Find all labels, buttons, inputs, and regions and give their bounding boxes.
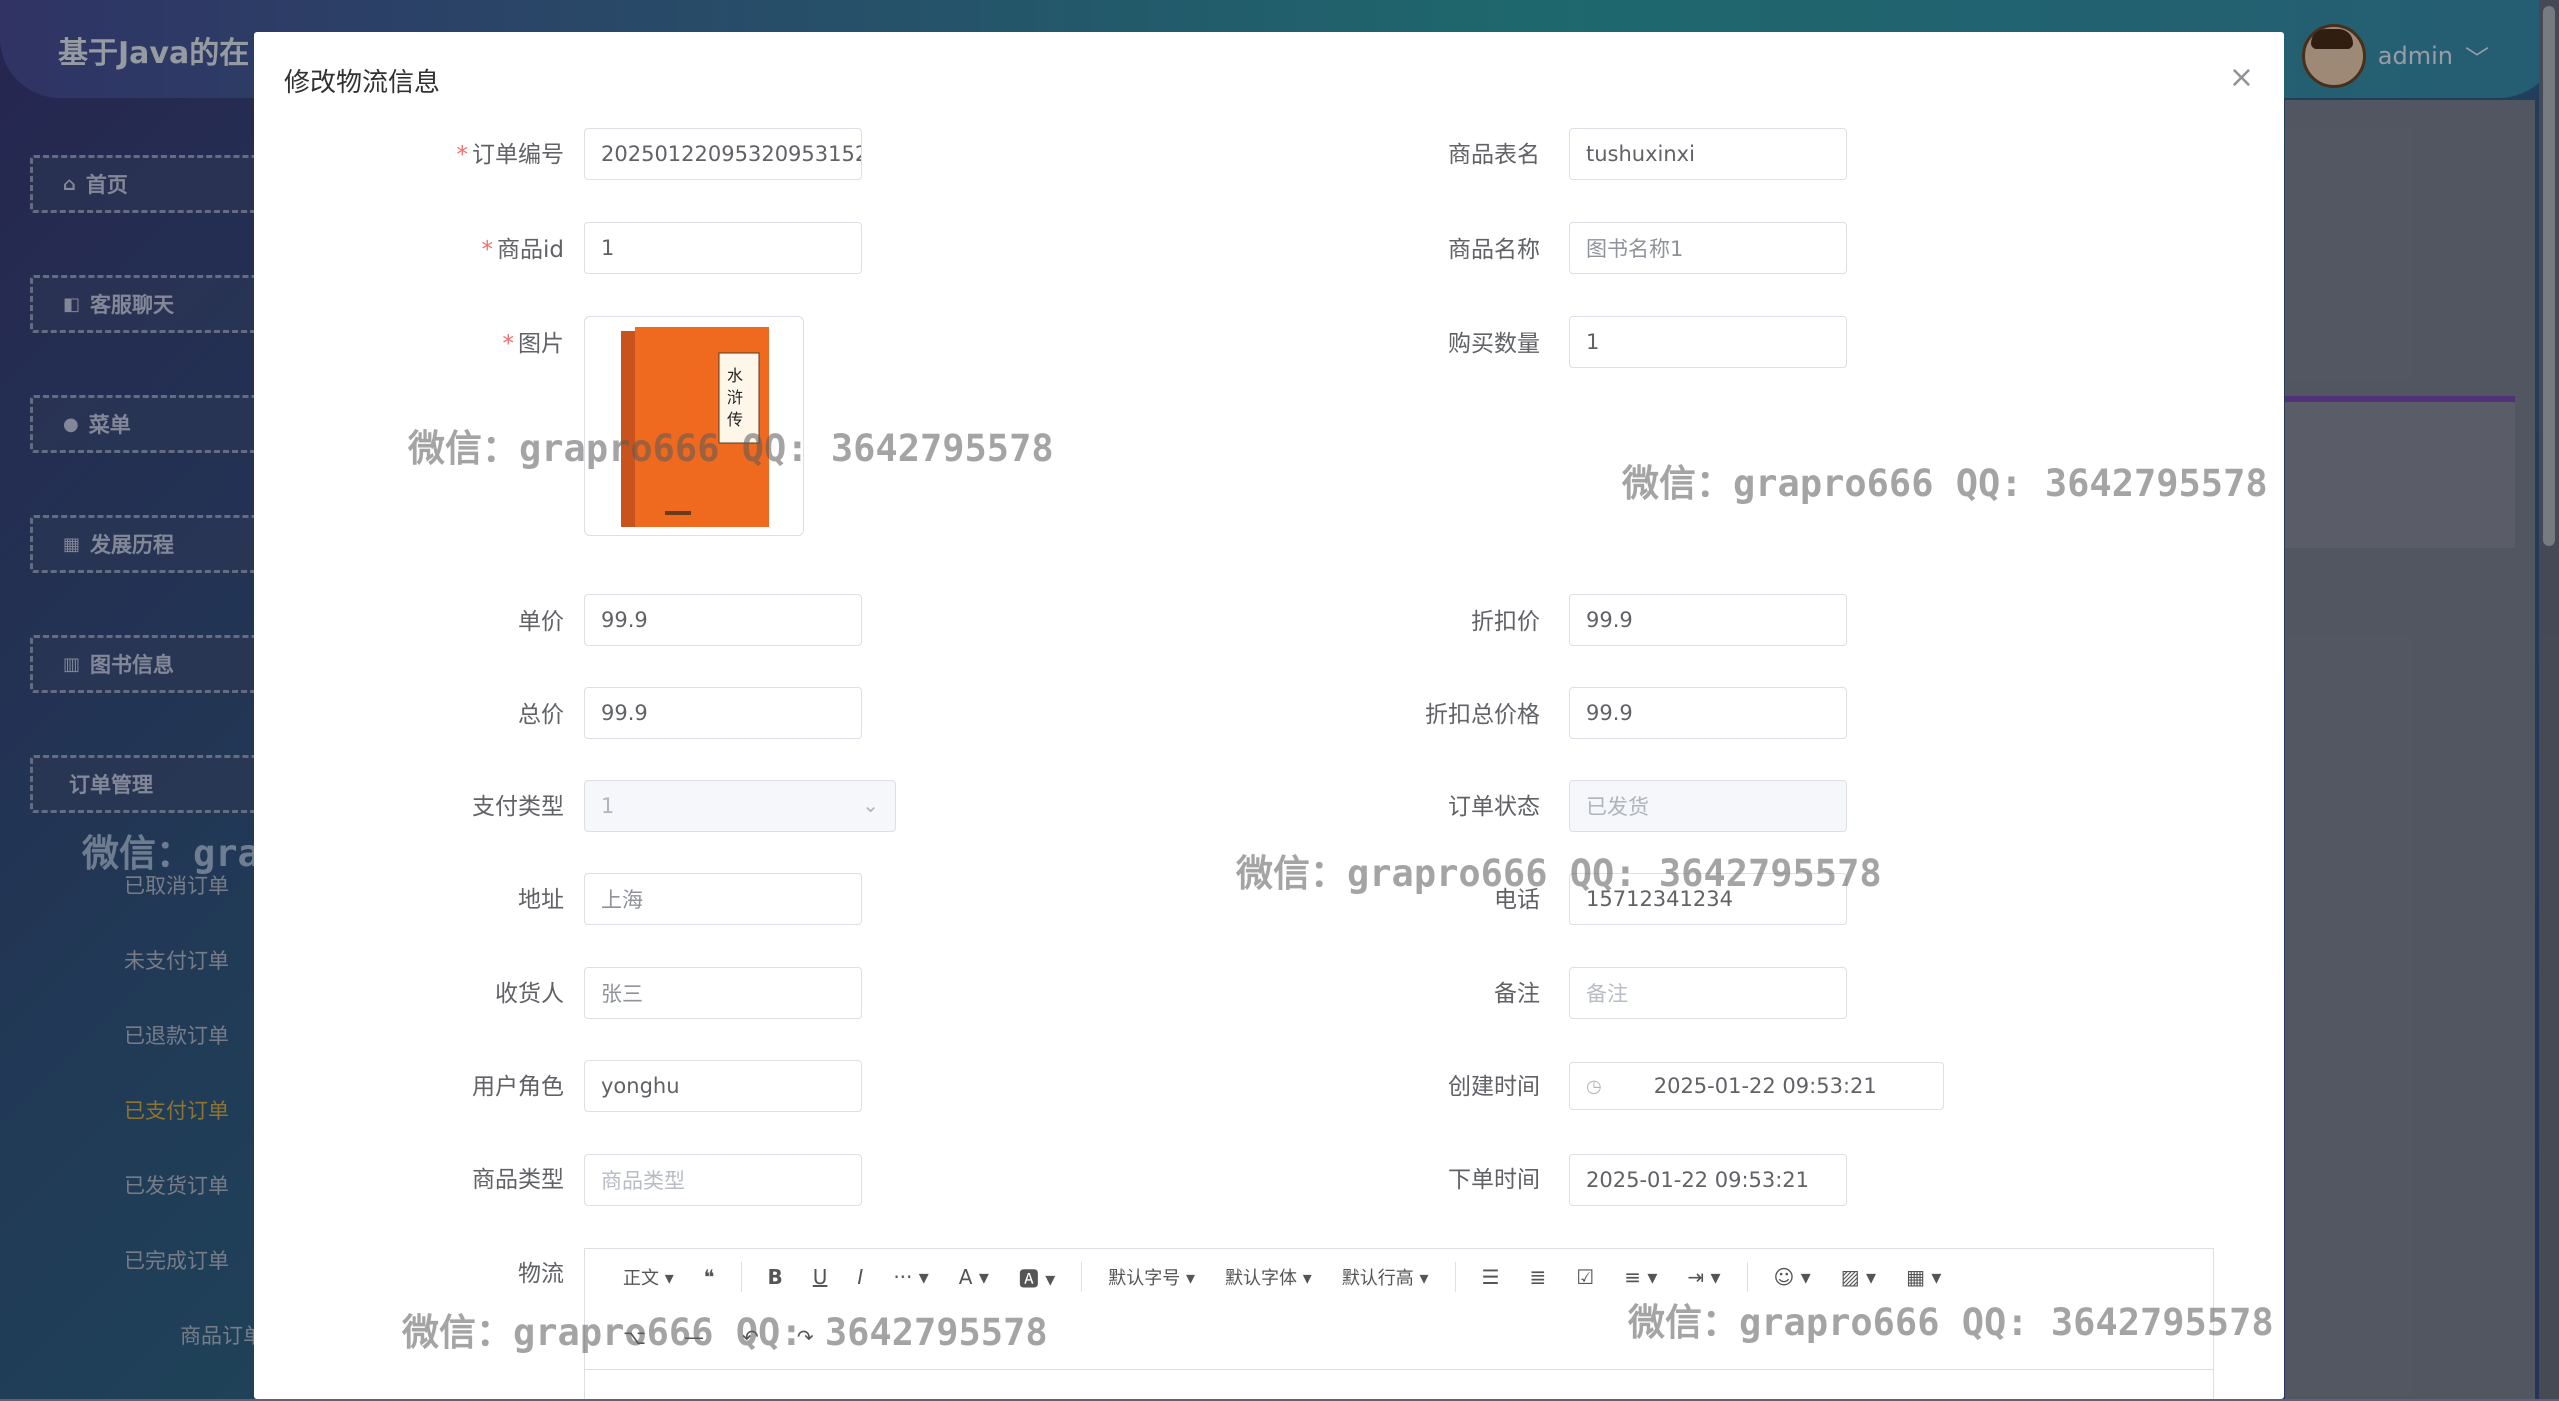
code-block-icon[interactable]: ⌥ (611, 1325, 658, 1349)
more-icon[interactable]: ··· ▾ (881, 1265, 940, 1289)
discount-price-label: 折扣价 (1471, 609, 1540, 635)
toolbar-divider (1081, 1262, 1083, 1292)
pay-type-value: 1 (601, 794, 615, 818)
svg-text:传: 传 (727, 410, 743, 429)
book-cover-image: 水 浒 传 (621, 327, 769, 527)
editor-toolbar-row-2: ⌥ — ↶ ↷ (585, 1309, 2239, 1365)
bold-icon[interactable]: B (756, 1265, 795, 1289)
todo-checkbox-icon[interactable]: ☑ (1564, 1265, 1606, 1289)
goods-name-input[interactable]: 图书名称1 (1569, 222, 1847, 274)
align-icon[interactable]: ≡ ▾ (1612, 1265, 1669, 1289)
toolbar-divider (1454, 1262, 1456, 1292)
emoji-icon[interactable]: ☺ ▾ (1762, 1265, 1823, 1289)
close-icon[interactable]: × (2229, 60, 2254, 95)
logistics-label: 物流 (518, 1261, 564, 1287)
editor-content-area[interactable] (585, 1369, 2213, 1401)
background-color-icon[interactable]: 🅰 ▾ (1007, 1263, 1067, 1292)
underline-icon[interactable]: U (801, 1265, 840, 1289)
numbered-list-icon[interactable]: ≣ (1518, 1265, 1559, 1289)
italic-icon[interactable]: I (845, 1265, 875, 1289)
svg-text:浒: 浒 (727, 388, 743, 407)
image-label: * 图片 (502, 331, 565, 357)
order-time-label: 下单时间 (1448, 1167, 1540, 1193)
price-input[interactable]: 99.9 (584, 594, 862, 646)
user-role-label: 用户角色 (472, 1074, 564, 1100)
table-icon[interactable]: ▦ ▾ (1894, 1265, 1953, 1289)
svg-text:水: 水 (727, 366, 743, 385)
buy-count-input[interactable]: 1 (1569, 316, 1847, 368)
buy-count-label: 购买数量 (1448, 331, 1540, 357)
phone-label: 电话 (1494, 887, 1540, 913)
clock-icon: ◷ (1586, 1075, 1602, 1097)
line-height-select[interactable]: 默认行高 ▾ (1330, 1264, 1441, 1290)
toolbar-divider (740, 1262, 742, 1292)
undo-icon[interactable]: ↶ (730, 1325, 771, 1349)
total-input[interactable]: 99.9 (584, 687, 862, 739)
create-time-label: 创建时间 (1448, 1074, 1540, 1100)
edit-logistics-dialog: 修改物流信息 × * 订单编号 20250122095320953152 商品表名… (254, 32, 2284, 1399)
toolbar-divider (1746, 1262, 1748, 1292)
goods-id-input[interactable]: 1 (584, 222, 862, 274)
paragraph-format-select[interactable]: 正文 ▾ (611, 1264, 686, 1290)
goods-type-input[interactable]: 商品类型 (584, 1154, 862, 1206)
receiver-input[interactable]: 张三 (584, 967, 862, 1019)
order-no-label: * 订单编号 (456, 142, 565, 168)
phone-input[interactable]: 15712341234 (1569, 873, 1847, 925)
table-name-label: 商品表名 (1448, 142, 1540, 168)
divider-line-icon[interactable]: — (672, 1325, 716, 1349)
order-status-input[interactable]: 已发货 (1569, 780, 1847, 832)
discount-price-input[interactable]: 99.9 (1569, 594, 1847, 646)
receiver-label: 收货人 (495, 981, 564, 1007)
bulleted-list-icon[interactable]: ☰ (1470, 1265, 1512, 1289)
font-size-select[interactable]: 默认字号 ▾ (1096, 1264, 1207, 1290)
create-time-picker[interactable]: ◷ 2025-01-22 09:53:21 (1569, 1062, 1944, 1110)
order-no-input[interactable]: 20250122095320953152 (584, 128, 862, 180)
remark-input[interactable]: 备注 (1569, 967, 1847, 1019)
total-label: 总价 (518, 702, 564, 728)
order-time-input[interactable]: 2025-01-22 09:53:21 (1569, 1154, 1847, 1206)
discount-total-input[interactable]: 99.9 (1569, 687, 1847, 739)
user-role-input[interactable]: yonghu (584, 1060, 862, 1112)
address-input[interactable]: 上海 (584, 873, 862, 925)
dialog-title: 修改物流信息 (284, 68, 441, 98)
goods-type-label: 商品类型 (472, 1167, 564, 1193)
logistics-rich-text-editor[interactable]: 正文 ▾ ❝ B U I ··· ▾ A ▾ 🅰 ▾ 默认字号 ▾ 默认字体 ▾… (584, 1248, 2214, 1399)
address-label: 地址 (518, 887, 564, 913)
font-family-select[interactable]: 默认字体 ▾ (1213, 1264, 1324, 1290)
create-time-value: 2025-01-22 09:53:21 (1653, 1074, 1877, 1098)
image-upload[interactable]: 水 浒 传 (584, 316, 804, 536)
price-label: 单价 (518, 609, 564, 635)
discount-total-label: 折扣总价格 (1425, 702, 1540, 728)
quote-icon[interactable]: ❝ (692, 1265, 727, 1289)
order-status-label: 订单状态 (1448, 794, 1540, 820)
remark-label: 备注 (1494, 981, 1540, 1007)
font-color-icon[interactable]: A ▾ (947, 1265, 1001, 1289)
goods-name-label: 商品名称 (1448, 237, 1540, 263)
pay-type-label: 支付类型 (472, 794, 564, 820)
chevron-down-icon: ⌄ (862, 793, 879, 817)
goods-id-label: * 商品id (481, 237, 565, 263)
indent-icon[interactable]: ⇥ ▾ (1675, 1265, 1732, 1289)
redo-icon[interactable]: ↷ (785, 1325, 826, 1349)
image-icon[interactable]: ▨ ▾ (1829, 1265, 1888, 1289)
pay-type-select[interactable]: 1 ⌄ (584, 780, 896, 832)
table-name-input[interactable]: tushuxinxi (1569, 128, 1847, 180)
editor-toolbar: 正文 ▾ ❝ B U I ··· ▾ A ▾ 🅰 ▾ 默认字号 ▾ 默认字体 ▾… (585, 1249, 2213, 1305)
